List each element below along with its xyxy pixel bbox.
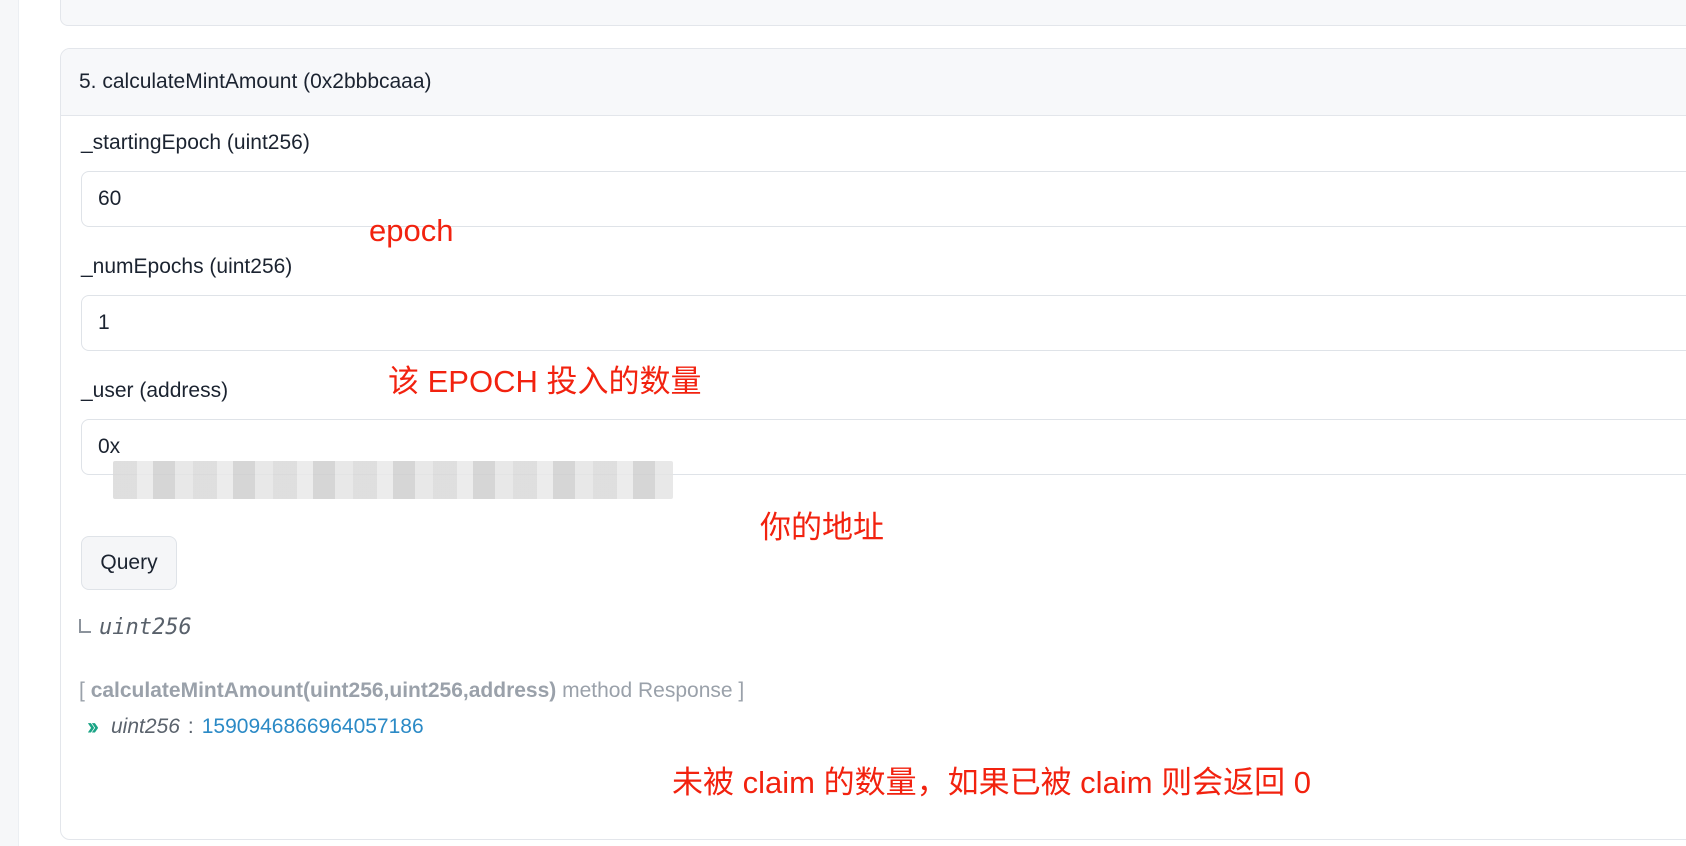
previous-method-card xyxy=(60,0,1686,26)
num-epochs-input[interactable] xyxy=(81,295,1686,351)
user-address-label: _user (address) xyxy=(81,379,229,402)
address-redaction-blur xyxy=(113,461,673,499)
method-card: 5. calculateMintAmount (0x2bbbcaaa) _sta… xyxy=(60,48,1686,840)
method-response-header: [ calculateMintAmount(uint256,uint256,ad… xyxy=(79,679,744,703)
annotation-epoch: epoch xyxy=(369,213,454,248)
return-corner-icon xyxy=(79,618,91,633)
result-row: ›› uint256 : 1590946866964057186 xyxy=(87,713,424,741)
result-value: 1590946866964057186 xyxy=(201,715,424,738)
method-card-header[interactable]: 5. calculateMintAmount (0x2bbbcaaa) xyxy=(61,49,1686,116)
query-button[interactable]: Query xyxy=(81,536,177,590)
response-bracket-open: [ xyxy=(79,679,85,702)
result-colon: : xyxy=(187,715,194,738)
method-title: 5. calculateMintAmount (0x2bbbcaaa) xyxy=(79,70,432,93)
left-sidebar-strip xyxy=(0,0,19,846)
return-type-row: uint256 xyxy=(79,615,192,640)
num-epochs-label: _numEpochs (uint256) xyxy=(81,255,293,278)
response-signature: calculateMintAmount(uint256,uint256,addr… xyxy=(90,679,557,702)
double-chevron-right-icon: ›› xyxy=(87,713,99,740)
annotation-num-epochs: 该 EPOCH 投入的数量 xyxy=(388,364,702,399)
result-type: uint256 xyxy=(110,715,180,738)
response-suffix: method Response ] xyxy=(562,679,745,702)
annotation-result: 未被 claim 的数量，如果已被 claim 则会返回 0 xyxy=(672,765,1311,800)
return-type: uint256 xyxy=(99,615,192,640)
annotation-address: 你的地址 xyxy=(760,510,884,545)
starting-epoch-label: _startingEpoch (uint256) xyxy=(81,131,310,154)
starting-epoch-input[interactable] xyxy=(81,171,1686,227)
